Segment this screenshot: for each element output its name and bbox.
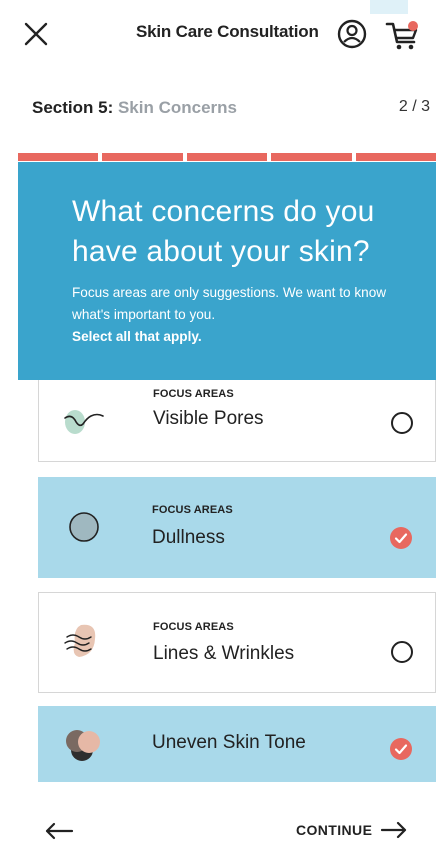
- progress-segment: [355, 153, 436, 161]
- progress-bar: [18, 153, 436, 161]
- dullness-icon: [69, 512, 99, 542]
- option-checkbox[interactable]: [390, 738, 412, 760]
- option-kicker: FOCUS AREAS: [152, 504, 233, 516]
- wrinkles-icon: [64, 624, 96, 657]
- cart-button[interactable]: [384, 18, 418, 52]
- option-label: Dullness: [152, 527, 225, 548]
- question-instruction: Select all that apply.: [72, 329, 202, 344]
- checkmark-icon: [394, 744, 408, 755]
- option-uneven-skin-tone[interactable]: Uneven Skin Tone: [38, 706, 436, 782]
- option-checkbox[interactable]: [391, 641, 413, 663]
- question-title: What concerns do you have about your ski…: [72, 195, 375, 268]
- checkmark-icon: [394, 533, 408, 544]
- step-counter: 2 / 3: [398, 98, 430, 115]
- option-kicker: FOCUS AREAS: [153, 621, 234, 633]
- close-icon: [24, 22, 48, 46]
- close-button[interactable]: [22, 20, 50, 48]
- header: Skin Care Consultation: [0, 0, 436, 70]
- pores-icon: [64, 410, 104, 434]
- continue-button[interactable]: CONTINUE: [296, 818, 408, 842]
- option-checkbox[interactable]: [390, 527, 412, 549]
- page-title: Skin Care Consultation: [136, 22, 319, 41]
- option-lines-wrinkles[interactable]: FOCUS AREAS Lines & Wrinkles: [38, 592, 436, 693]
- back-button[interactable]: [44, 822, 74, 840]
- section-name: Skin Concerns: [117, 98, 238, 117]
- section-prefix: Section 5:: [32, 98, 118, 117]
- option-checkbox[interactable]: [391, 412, 413, 434]
- skin-tone-icon: [66, 730, 100, 761]
- option-dullness[interactable]: FOCUS AREAS Dullness: [38, 477, 436, 578]
- forward-arrow-icon: [381, 821, 407, 839]
- continue-label: CONTINUE: [296, 822, 373, 838]
- account-button[interactable]: [336, 18, 368, 50]
- cart-icon: [385, 21, 418, 50]
- back-arrow-icon: [45, 822, 74, 840]
- option-label: Uneven Skin Tone: [152, 732, 306, 753]
- section-header: Section 5: Skin Concerns 2 / 3: [0, 96, 436, 126]
- section-label: Section 5: Skin Concerns: [32, 98, 237, 118]
- question-description: Focus areas are only suggestions. We wan…: [72, 282, 412, 348]
- option-label: Lines & Wrinkles: [153, 643, 295, 664]
- progress-segment: [102, 153, 183, 161]
- option-kicker: FOCUS AREAS: [153, 388, 234, 400]
- progress-segment: [186, 153, 268, 161]
- cart-highlight: [370, 0, 408, 14]
- question-banner: What concerns do you have about your ski…: [18, 162, 436, 380]
- question-description-text: Focus areas are only suggestions. We wan…: [72, 285, 387, 322]
- account-icon: [337, 19, 367, 49]
- option-visible-pores[interactable]: FOCUS AREAS Visible Pores: [38, 380, 436, 462]
- progress-segment: [18, 153, 99, 161]
- option-label: Visible Pores: [153, 408, 264, 429]
- progress-segment: [271, 153, 352, 161]
